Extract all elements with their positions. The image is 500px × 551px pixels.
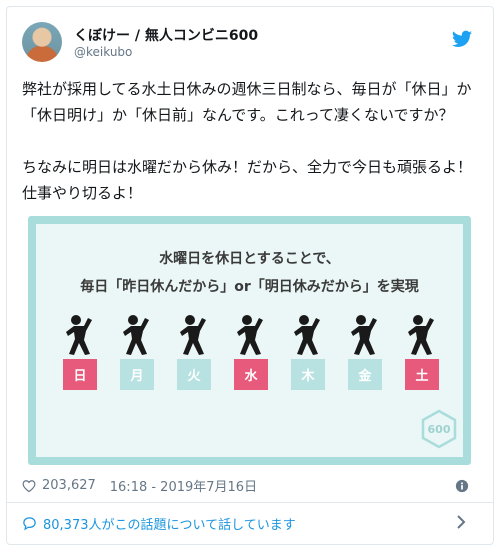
chevron-right-icon[interactable] [456,515,466,529]
image-panel: 水曜日を休日とすることで、 毎日「昨日休んだから」or「明日休みだから」を実現 … [36,224,463,457]
weekday-box: 日 [63,359,97,390]
walking-person-icon [351,315,377,355]
weekday-box: 火 [177,359,211,390]
conversation-label[interactable]: 80,373人がこの話題について話しています [43,514,296,533]
image-headline-line2: 毎日「昨日休んだから」or「明日休みだから」を実現 [80,279,419,295]
speech-bubble-icon [23,517,36,531]
timestamp[interactable]: 16:18 - 2019年7月16日 [110,476,257,495]
weekday-box: 水 [234,359,268,390]
walking-person-icon [123,315,149,355]
walking-person-icon [180,315,206,355]
info-icon[interactable] [455,479,469,493]
twitter-bird-icon[interactable] [452,30,472,48]
weekday-box: 木 [291,359,325,390]
heart-icon[interactable] [22,479,36,493]
user-handle[interactable]: @keikubo [74,45,132,59]
walking-person-icon [408,315,434,355]
walking-person-icon [66,315,92,355]
weekday-box: 土 [405,359,439,390]
walking-person-icon [294,315,320,355]
tweet-image[interactable]: 水曜日を休日とすることで、 毎日「昨日休んだから」or「明日休みだから」を実現 … [28,216,471,465]
logo-text: 600 [427,423,451,436]
weekday-box: 金 [348,359,382,390]
tweet-meta: 203,627 16:18 - 2019年7月16日 [22,476,257,495]
conversation-link[interactable]: 80,373人がこの話題について話しています [22,514,296,533]
image-headline-line1: 水曜日を休日とすることで、 [159,251,340,267]
like-count[interactable]: 203,627 [42,478,96,493]
walking-person-icon [237,315,263,355]
tweet-text: 弊社が採用してる水土日休みの週休三日制なら、毎日が「休日」か「休日明け」か「休日… [22,80,473,202]
weekday-box: 月 [120,359,154,390]
divider [6,502,494,503]
avatar[interactable] [22,22,62,62]
display-name[interactable]: くぼけー / 無人コンビニ600 [74,25,258,45]
